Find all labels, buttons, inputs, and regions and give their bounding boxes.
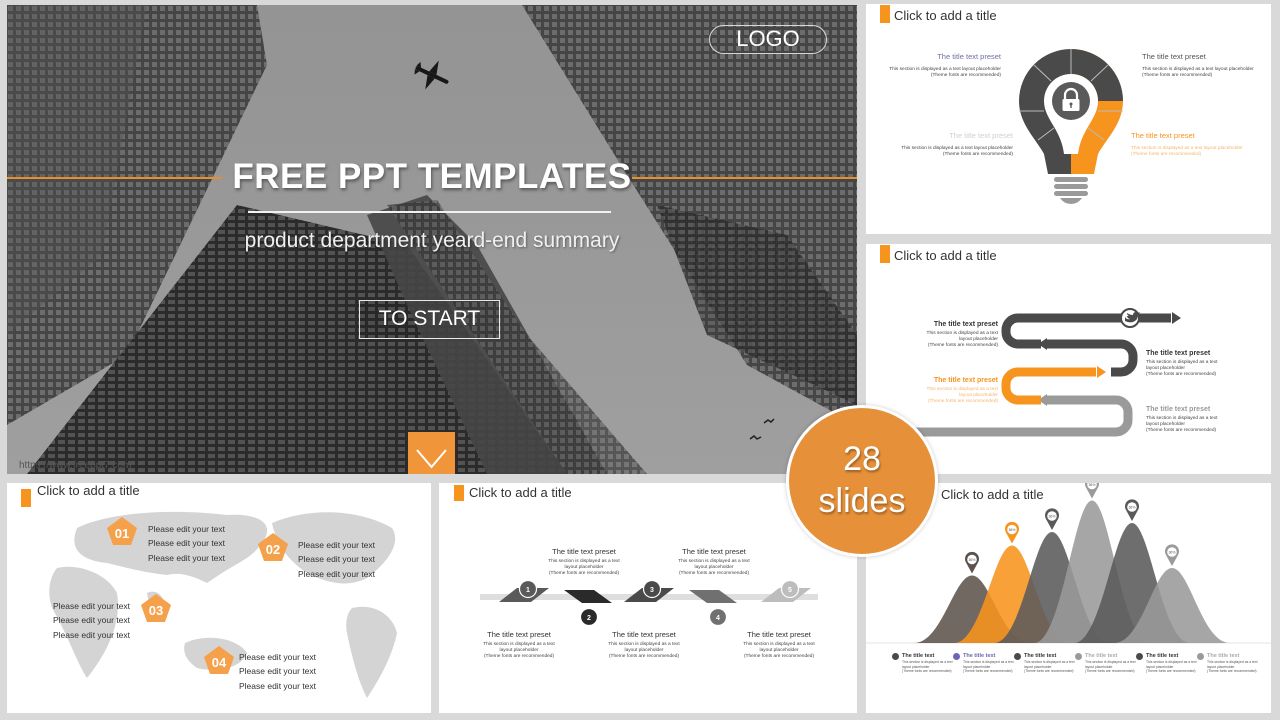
slide-count-label: slides bbox=[818, 482, 906, 520]
legend-label: The title text bbox=[963, 653, 996, 659]
marker-text-04[interactable]: Please edit your text Please edit your te… bbox=[239, 650, 316, 693]
lightbulb-diagram bbox=[1019, 49, 1123, 204]
pentagon-marker-03: 03 bbox=[141, 594, 171, 622]
block-body: (Theme fonts are recommended) bbox=[1131, 152, 1202, 158]
block-heading: The title text preset bbox=[933, 321, 998, 328]
pin-label: 36% bbox=[968, 558, 975, 562]
block-heading: The title text preset bbox=[1142, 52, 1206, 61]
svg-text:03: 03 bbox=[149, 603, 163, 618]
pin-label: 36% bbox=[1048, 515, 1055, 519]
legend-body: This section is displayed as a text layou… bbox=[1207, 660, 1258, 673]
block-body: (Theme fonts are recommended) bbox=[942, 152, 1013, 158]
legend-dot bbox=[1014, 653, 1021, 660]
pentagon-marker-04: 04 bbox=[204, 646, 234, 674]
map-markers: 01 02 03 04 bbox=[107, 517, 288, 674]
map-pin-icon: 36% bbox=[1005, 521, 1019, 544]
legend-label: The title text bbox=[1207, 653, 1240, 659]
block-body: (Theme fonts are recommended) bbox=[1146, 428, 1217, 434]
marker-text-03[interactable]: Please edit your text Please edit your te… bbox=[53, 599, 130, 642]
svg-text:1: 1 bbox=[526, 587, 530, 594]
legend-dot bbox=[1136, 653, 1143, 660]
hero-title: FREE PPT TEMPLATES bbox=[232, 157, 632, 196]
pin-label: 36% bbox=[1168, 551, 1175, 555]
svg-text:2: 2 bbox=[587, 615, 591, 622]
watermark-url: https://www.freeppt7.com bbox=[19, 460, 132, 471]
pentagon-marker-02: 02 bbox=[258, 533, 288, 561]
block-body: (Theme fonts are recommended) bbox=[1146, 372, 1217, 378]
map-pin-icon: 36% bbox=[965, 551, 979, 574]
hero-slide[interactable]: FREE PPT TEMPLATES product department ye… bbox=[7, 5, 857, 474]
snake-text-block-2[interactable]: The title text preset This section is di… bbox=[1146, 350, 1241, 379]
legend-label: The title text bbox=[1085, 653, 1118, 659]
slide-world-map[interactable]: Click to add a title 01 02 03 04 Please … bbox=[7, 483, 431, 713]
bulb-text-block-4[interactable]: The title text preset This section is di… bbox=[1131, 131, 1256, 158]
bulb-text-block-1[interactable]: The title text preset This section is di… bbox=[886, 52, 1001, 79]
legend-body: This section is displayed as a text layou… bbox=[1024, 660, 1075, 673]
slide-bulb[interactable]: Click to add a title The title text pres… bbox=[866, 4, 1271, 234]
chevron-down-icon bbox=[416, 449, 447, 469]
snake-text-block-4[interactable]: The title text preset This section is di… bbox=[1146, 406, 1241, 435]
snake-text-block-3[interactable]: The title text preset This section is di… bbox=[916, 377, 998, 406]
map-pin-icon: 36% bbox=[1045, 508, 1059, 530]
legend-body: This section is displayed as a text layou… bbox=[1146, 660, 1197, 673]
block-heading: The title text preset bbox=[1146, 406, 1211, 413]
step-text-2[interactable]: The title text preset This section is di… bbox=[544, 547, 624, 578]
title-underline bbox=[248, 211, 611, 213]
bulb-text-block-3[interactable]: The title text preset This section is di… bbox=[896, 131, 1013, 158]
map-pin-icon: 36% bbox=[1125, 499, 1139, 521]
legend-dot bbox=[892, 653, 899, 660]
step-text-3[interactable]: The title text preset This section is di… bbox=[604, 630, 684, 661]
pin-label: 36% bbox=[1008, 528, 1015, 532]
to-start-button[interactable]: TO START bbox=[359, 300, 500, 339]
pentagon-marker-01: 01 bbox=[107, 517, 137, 545]
block-body: (Theme fonts are recommended) bbox=[927, 399, 998, 405]
pin-label: 36% bbox=[1088, 483, 1095, 487]
legend-body: This section is displayed as a text layou… bbox=[963, 660, 1014, 673]
svg-text:5: 5 bbox=[788, 587, 792, 594]
marker-text-01[interactable]: Please edit your text Please edit your te… bbox=[148, 522, 225, 565]
block-body: (Theme fonts are recommended) bbox=[927, 343, 998, 349]
marker-text-02[interactable]: Please edit your text Please edit your te… bbox=[298, 538, 375, 581]
legend-dot bbox=[953, 653, 960, 660]
map-pin-icon: 36% bbox=[1085, 483, 1099, 499]
block-heading: The title text preset bbox=[1146, 350, 1211, 357]
svg-text:3: 3 bbox=[650, 587, 654, 594]
block-heading: The title text preset bbox=[949, 131, 1013, 140]
pin-label: 36% bbox=[1128, 506, 1135, 510]
legend-dot bbox=[1197, 653, 1204, 660]
svg-text:01: 01 bbox=[115, 526, 129, 541]
block-heading: The title text preset bbox=[1131, 131, 1195, 140]
step-text-4[interactable]: The title text preset This section is di… bbox=[674, 547, 754, 578]
logo-badge: LOGO bbox=[709, 25, 827, 54]
legend-body: This section is displayed as a text layou… bbox=[1085, 660, 1136, 673]
slide-count-number: 28 bbox=[843, 440, 881, 478]
legend-dot bbox=[1075, 653, 1082, 660]
map-pin-icon: 36% bbox=[1165, 544, 1179, 566]
snake-text-block-1[interactable]: The title text preset This section is di… bbox=[916, 321, 998, 350]
step-text-5[interactable]: The title text preset This section is di… bbox=[739, 630, 819, 661]
legend-body: This section is displayed as a text layou… bbox=[902, 660, 953, 673]
scroll-down-button[interactable] bbox=[408, 432, 455, 474]
legend-label: The title text bbox=[1024, 653, 1057, 659]
hero-subtitle: product department yeard-end summary bbox=[244, 229, 620, 252]
step-text-1[interactable]: The title text preset This section is di… bbox=[479, 630, 559, 661]
svg-text:4: 4 bbox=[716, 615, 720, 622]
legend-label: The title text bbox=[1146, 653, 1179, 659]
bulb-text-block-2[interactable]: The title text preset This section is di… bbox=[1142, 52, 1262, 79]
svg-text:02: 02 bbox=[266, 542, 280, 557]
block-heading: The title text preset bbox=[933, 377, 998, 384]
block-heading: The title text preset bbox=[937, 52, 1001, 61]
svg-text:04: 04 bbox=[212, 655, 227, 670]
block-body: (Theme fonts are recommended) bbox=[1142, 73, 1213, 79]
slide-count-badge: 28 slides bbox=[786, 405, 938, 557]
block-body: (Theme fonts are recommended) bbox=[930, 73, 1001, 79]
legend-label: The title text bbox=[902, 653, 935, 659]
